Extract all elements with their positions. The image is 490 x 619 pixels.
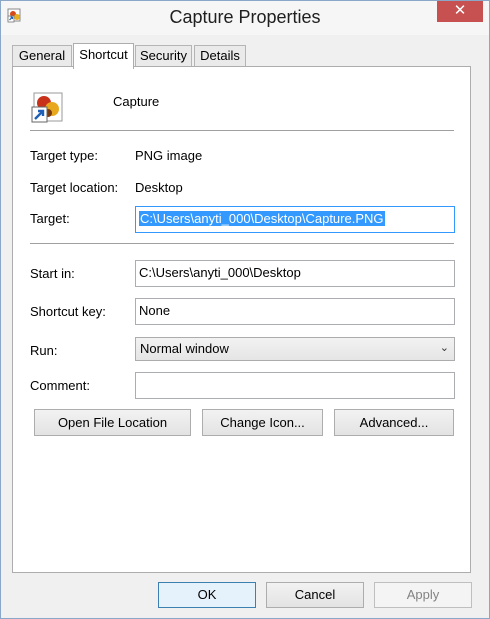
target-field[interactable]: C:\Users\anyti_000\Desktop\Capture.PNG bbox=[135, 206, 455, 233]
window-title: Capture Properties bbox=[169, 7, 321, 27]
cancel-button[interactable]: Cancel bbox=[266, 582, 364, 608]
tab-security[interactable]: Security bbox=[135, 45, 192, 67]
advanced-button[interactable]: Advanced... bbox=[334, 409, 454, 436]
tab-details[interactable]: Details bbox=[194, 45, 246, 67]
title-bar[interactable]: Capture Properties ✕ bbox=[1, 1, 489, 35]
target-value: C:\Users\anyti_000\Desktop\Capture.PNG bbox=[139, 211, 385, 226]
shortcut-name: Capture bbox=[113, 94, 160, 109]
properties-window: Capture Properties ✕ General Shortcut Se… bbox=[0, 0, 490, 619]
ok-button[interactable]: OK bbox=[158, 582, 256, 608]
start-in-label: Start in: bbox=[30, 266, 75, 281]
run-label: Run: bbox=[30, 343, 58, 358]
comment-label: Comment: bbox=[30, 378, 90, 393]
image-file-icon bbox=[31, 92, 63, 123]
close-icon: ✕ bbox=[453, 2, 467, 19]
target-location-label: Target location: bbox=[30, 180, 119, 195]
start-in-field[interactable]: C:\Users\anyti_000\Desktop bbox=[135, 260, 455, 287]
separator bbox=[30, 243, 454, 244]
shortcut-key-field[interactable]: None bbox=[135, 298, 455, 325]
shortcut-panel: Capture Target type: PNG image Target lo… bbox=[12, 66, 471, 573]
open-file-location-button[interactable]: Open File Location bbox=[34, 409, 191, 436]
target-type-value: PNG image bbox=[135, 148, 203, 163]
apply-button[interactable]: Apply bbox=[374, 582, 472, 608]
comment-field[interactable] bbox=[135, 372, 455, 399]
tab-shortcut[interactable]: Shortcut bbox=[73, 43, 134, 69]
shortcut-key-label: Shortcut key: bbox=[30, 304, 106, 319]
run-dropdown[interactable]: Normal window ⌄ bbox=[135, 337, 455, 361]
close-button[interactable]: ✕ bbox=[437, 1, 483, 22]
target-label: Target: bbox=[30, 211, 70, 226]
separator bbox=[30, 130, 454, 131]
target-location-value: Desktop bbox=[135, 180, 183, 195]
tab-general[interactable]: General bbox=[12, 45, 72, 67]
chevron-down-icon: ⌄ bbox=[439, 342, 449, 354]
run-value: Normal window bbox=[140, 341, 229, 356]
target-type-label: Target type: bbox=[30, 148, 98, 163]
change-icon-button[interactable]: Change Icon... bbox=[202, 409, 323, 436]
